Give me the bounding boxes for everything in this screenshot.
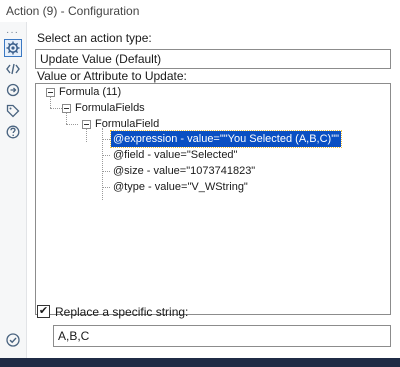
- help-icon-graphic: [6, 125, 20, 139]
- tree-node-formulafields[interactable]: FormulaFields: [75, 100, 145, 116]
- replace-string-value: A,B,C: [58, 329, 90, 343]
- tag-icon-graphic: [6, 104, 20, 118]
- help-icon[interactable]: [4, 123, 22, 141]
- value-attribute-label: Value or Attribute to Update:: [37, 69, 187, 83]
- gear-icon-graphic: [6, 41, 20, 55]
- tree-node-formulafield[interactable]: FormulaField: [95, 116, 159, 132]
- connection-icon[interactable]: [4, 81, 22, 99]
- replace-string-checkbox[interactable]: ✔: [37, 305, 50, 318]
- more-options-icon[interactable]: ···: [6, 27, 19, 38]
- window-title: Action (9) - Configuration: [0, 0, 400, 22]
- action-type-select[interactable]: Update Value (Default): [35, 49, 391, 69]
- tree-node-expression[interactable]: @expression - value=""You Selected (A,B,…: [109, 130, 343, 148]
- tree-node-field[interactable]: @field - value="Selected": [113, 147, 237, 163]
- sidebar: ···: [0, 22, 27, 358]
- tree-node-type[interactable]: @type - value="V_WString": [113, 179, 248, 195]
- bottom-bar: [0, 358, 400, 367]
- tag-icon[interactable]: [4, 102, 22, 120]
- tree-connector: [102, 139, 110, 140]
- tree-node-size[interactable]: @size - value="1073741823": [113, 163, 255, 179]
- tree-node-formula[interactable]: Formula (11): [59, 84, 121, 100]
- replace-string-input[interactable]: A,B,C: [53, 325, 391, 347]
- code-icon[interactable]: [4, 60, 22, 78]
- gear-icon[interactable]: [4, 39, 22, 57]
- replace-string-label: Replace a specific string:: [55, 305, 189, 319]
- tree-connector: [102, 187, 110, 188]
- collapse-toggle[interactable]: [46, 88, 55, 97]
- tree-connector: [102, 171, 110, 172]
- attribute-tree[interactable]: Formula (11) FormulaFields FormulaField …: [35, 83, 391, 315]
- connection-icon-graphic: [6, 83, 20, 97]
- collapse-toggle[interactable]: [82, 120, 91, 129]
- check-circle-icon[interactable]: [6, 333, 20, 347]
- configuration-panel: Select an action type: Update Value (Def…: [31, 22, 395, 358]
- action-type-value: Update Value (Default): [40, 52, 162, 66]
- collapse-toggle[interactable]: [62, 104, 71, 113]
- tree-connector: [66, 124, 78, 125]
- code-icon-graphic: [6, 63, 20, 75]
- tree-connector: [102, 155, 110, 156]
- tree-connector: [50, 108, 62, 109]
- action-type-label: Select an action type:: [37, 31, 152, 45]
